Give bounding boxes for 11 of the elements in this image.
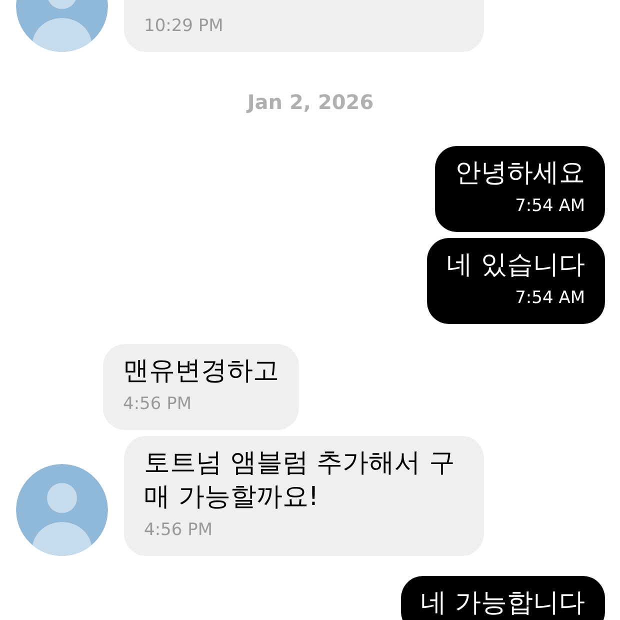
message-time: 4:56 PM — [123, 393, 192, 416]
message-text: 맨유변경하고 — [123, 355, 279, 388]
date-divider: Jan 2, 2026 — [247, 90, 374, 114]
message-time: 4:56 PM — [144, 519, 214, 542]
message-text: 안녕하세요 — [455, 157, 585, 190]
message-text: 토트넘 앰블럼 추가해서 구매 가능할까요! — [144, 447, 456, 514]
message-time: 10:29 PM — [144, 15, 224, 38]
message-text: 네 있습니다 — [446, 249, 585, 282]
message-text: 네 가능합니다 — [420, 587, 585, 620]
message-time: 7:54 AM — [514, 287, 585, 310]
message-time: 7:54 AM — [514, 195, 585, 218]
